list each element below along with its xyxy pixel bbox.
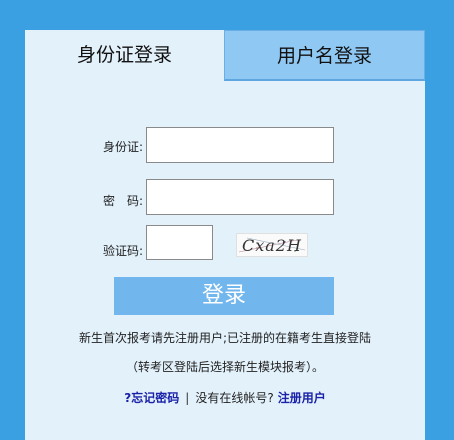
id-label: 身份证: — [102, 140, 143, 154]
captcha-image[interactable]: Cxa2H — [236, 233, 308, 257]
tab-id-login[interactable]: 身份证登录 — [25, 30, 224, 81]
login-button[interactable]: 登录 — [114, 277, 334, 315]
no-account-text: 没有在线帐号? — [195, 391, 274, 405]
captcha-label: 验证码: — [102, 244, 143, 258]
password-input[interactable] — [146, 179, 334, 215]
notice-line-1: 新生首次报考请先注册用户;已注册的在籍考生直接登陆 — [78, 331, 372, 345]
footer-links: ?忘记密码 | 没有在线帐号? 注册用户 — [25, 389, 425, 406]
tab-username-login[interactable]: 用户名登录 — [224, 30, 425, 81]
login-panel: 身份证登录 用户名登录 身份证: 密 码: 验证码: Cxa2H 登录 新生首次… — [25, 30, 425, 440]
id-number-input[interactable] — [146, 127, 334, 163]
link-separator: | — [185, 391, 190, 405]
forgot-password-link[interactable]: ?忘记密码 — [124, 391, 179, 405]
notice-line-2: （转考区登陆后选择新生模块报考）。 — [125, 360, 324, 374]
captcha-text: Cxa2H — [242, 236, 302, 255]
password-label: 密 码: — [102, 194, 143, 208]
captcha-input[interactable] — [146, 225, 213, 260]
register-link[interactable]: 注册用户 — [278, 391, 326, 405]
